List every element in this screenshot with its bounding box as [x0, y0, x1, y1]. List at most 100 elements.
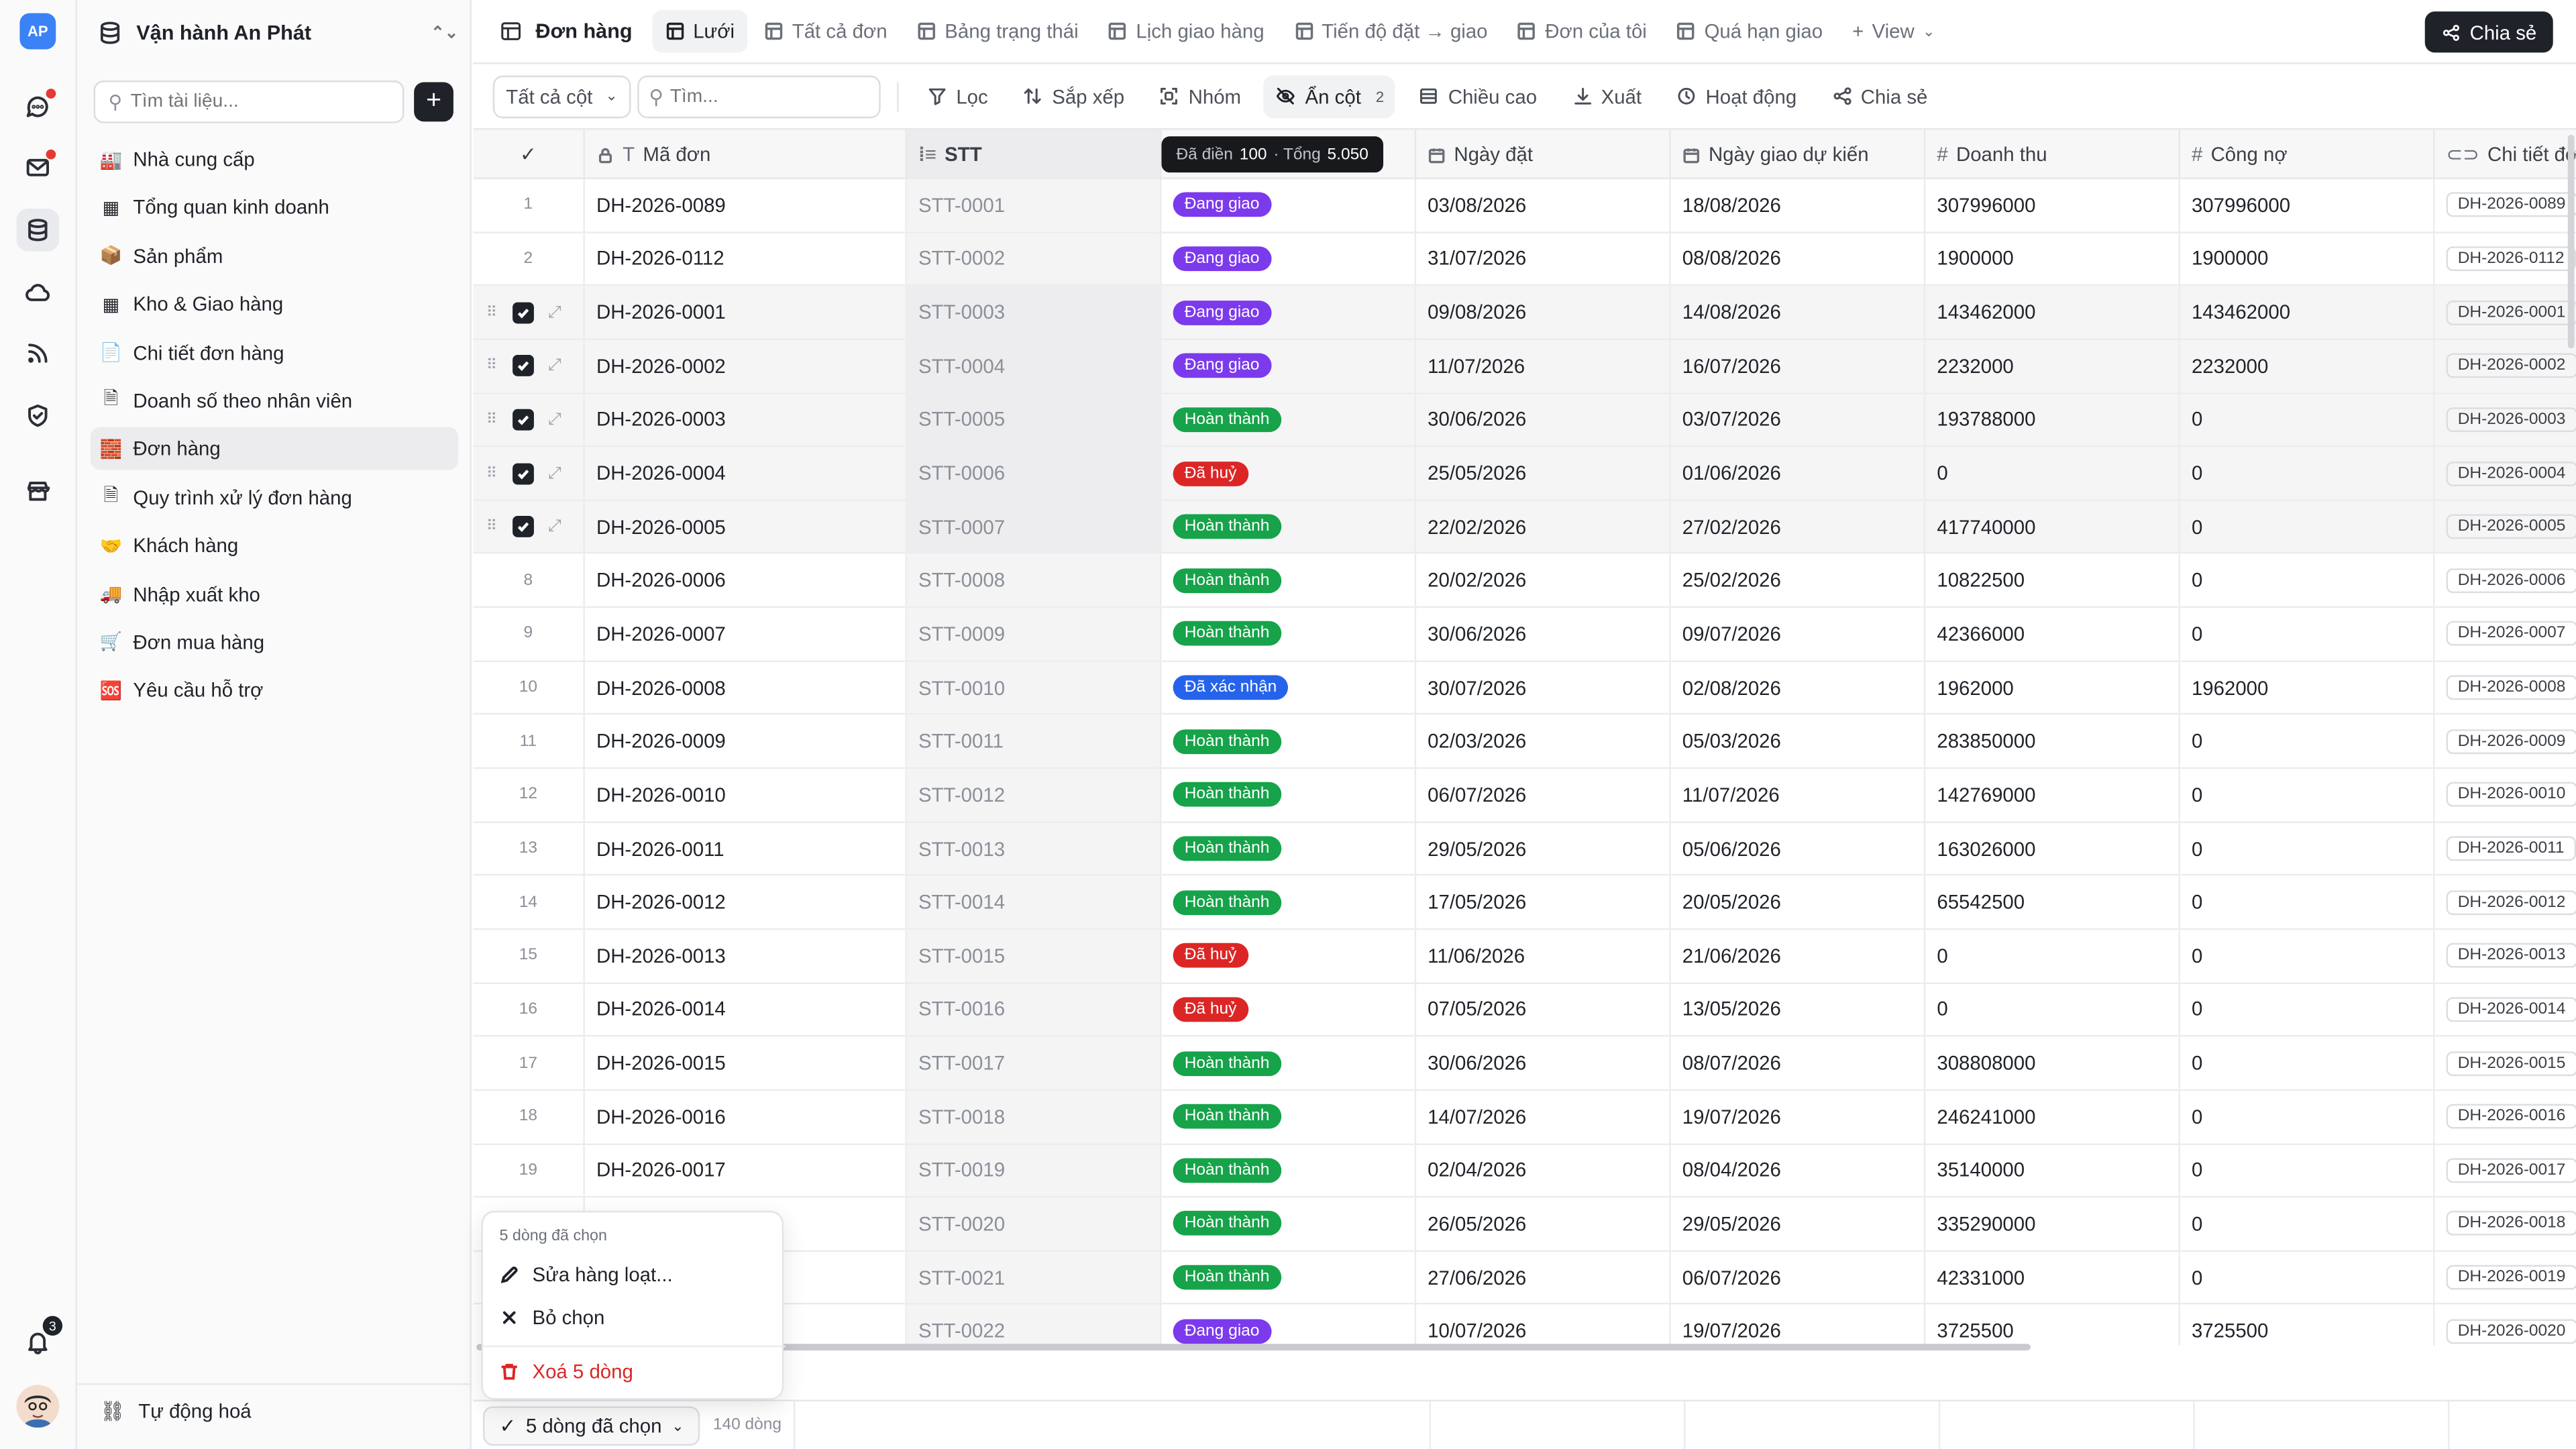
expand-icon[interactable]: ⤢	[548, 411, 561, 429]
cell-cong-no[interactable]: 0	[2180, 1251, 2435, 1304]
drag-handle-icon[interactable]: ⠿	[486, 464, 497, 482]
header-ngay-giao[interactable]: Ngày giao dự kiến	[1671, 129, 1926, 179]
cell-cong-no[interactable]: 307996000	[2180, 178, 2435, 231]
cell-ngay-giao[interactable]: 13/05/2026	[1671, 983, 1926, 1036]
cell-chi-tiet[interactable]: DH-2026-0089	[2434, 179, 2576, 231]
view-tab[interactable]: Bảng trạng thái	[904, 10, 1091, 53]
cell-ngay-giao[interactable]: 08/07/2026	[1671, 1036, 1926, 1089]
cell-doanh-thu[interactable]: 246241000	[1925, 1090, 2180, 1143]
cell-doanh-thu[interactable]: 307996000	[1925, 178, 2180, 231]
cell-chi-tiet[interactable]: DH-2026-0005	[2434, 501, 2576, 553]
cell-doanh-thu[interactable]: 335290000	[1925, 1197, 2180, 1250]
cell-stt[interactable]: STT-0011	[906, 715, 1162, 767]
row-select-cell[interactable]: ⠿ ⤢	[473, 339, 585, 392]
cell-ngay-dat[interactable]: 17/05/2026	[1416, 876, 1671, 928]
export-button[interactable]: Xuất	[1560, 74, 1653, 117]
header-chi-tiet[interactable]: ⊂⊃ Chi tiết đơ	[2434, 129, 2576, 178]
sidebar-item[interactable]: 📦 Sản phẩm	[91, 235, 459, 278]
link-chip[interactable]: DH-2026-0089	[2446, 193, 2576, 218]
row-number[interactable]: 17	[473, 1036, 585, 1089]
cell-stt[interactable]: STT-0016	[906, 983, 1162, 1036]
row-select-cell[interactable]: ⠿ ⤢	[473, 500, 585, 553]
table-row[interactable]: 19 DH-2026-0017 STT-0019 Hoàn thành 02/04/20…	[473, 1144, 2576, 1198]
table-row[interactable]: ⠿ ⤢ DH-2026-0002 STT-0004 Đang giao 11/07/202…	[473, 339, 2576, 394]
cell-cong-no[interactable]: 0	[2180, 447, 2435, 500]
cell-status[interactable]: Hoàn thành	[1161, 1251, 1417, 1304]
activity-button[interactable]: Hoạt động	[1664, 74, 1808, 117]
cell-cong-no[interactable]: 0	[2180, 769, 2435, 821]
chat-icon[interactable]	[16, 85, 59, 128]
cell-ngay-giao[interactable]: 03/07/2026	[1671, 393, 1926, 446]
row-checkbox[interactable]	[512, 301, 533, 323]
row-height-button[interactable]: Chiều cao	[1407, 74, 1548, 117]
cell-chi-tiet[interactable]: DH-2026-0013	[2434, 930, 2576, 981]
cell-chi-tiet[interactable]: DH-2026-0008	[2434, 661, 2576, 713]
row-checkbox[interactable]	[512, 355, 533, 377]
link-chip[interactable]: DH-2026-0001	[2446, 300, 2576, 325]
sidebar-item[interactable]: ▦ Kho & Giao hàng	[91, 283, 459, 326]
cell-status[interactable]: Đã huỷ	[1161, 930, 1417, 982]
vertical-scrollbar[interactable]	[2567, 134, 2575, 349]
hide-columns-button[interactable]: Ẩn cột 2	[1264, 74, 1396, 118]
cell-status[interactable]: Đã huỷ	[1161, 983, 1417, 1036]
workspace-logo[interactable]: AP	[19, 13, 56, 50]
table-row[interactable]: ⠿ ⤢ DH-2026-0004 STT-0006 Đã huỷ 25/05/2026 01…	[473, 447, 2576, 501]
cell-ngay-dat[interactable]: 10/07/2026	[1416, 1305, 1671, 1346]
header-ma-don[interactable]: T Mã đơn	[585, 129, 907, 179]
cell-ngay-giao[interactable]: 18/08/2026	[1671, 178, 1926, 231]
toolbar-share-button[interactable]: Chia sẻ	[1819, 74, 1939, 117]
cell-ma-don[interactable]: DH-2026-0004	[585, 447, 907, 500]
view-tab[interactable]: Lưới	[651, 9, 748, 53]
cell-ngay-dat[interactable]: 30/06/2026	[1416, 1036, 1671, 1089]
header-doanh-thu[interactable]: # Doanh thu	[1925, 129, 2180, 179]
cell-doanh-thu[interactable]: 142769000	[1925, 769, 2180, 821]
cell-cong-no[interactable]: 0	[2180, 500, 2435, 553]
cell-ngay-giao[interactable]: 02/08/2026	[1671, 661, 1926, 714]
row-number[interactable]: 8	[473, 554, 585, 606]
cell-stt[interactable]: STT-0019	[906, 1144, 1162, 1197]
cell-ngay-dat[interactable]: 30/06/2026	[1416, 608, 1671, 660]
cell-stt[interactable]: STT-0001	[906, 178, 1162, 231]
cell-cong-no[interactable]: 0	[2180, 1197, 2435, 1250]
link-chip[interactable]: DH-2026-0013	[2446, 943, 2576, 969]
link-chip[interactable]: DH-2026-0005	[2446, 514, 2576, 539]
table-row[interactable]: 22DH-2026-0020STT-0022Đang giao10/07/202…	[473, 1305, 2576, 1346]
row-number[interactable]: 2	[473, 232, 585, 285]
view-tab[interactable]: Quá hạn giao	[1663, 10, 1835, 53]
link-chip[interactable]: DH-2026-0009	[2446, 729, 2576, 754]
cell-chi-tiet[interactable]: DH-2026-0015	[2434, 1037, 2576, 1089]
workspace-switcher[interactable]: Vận hành An Phát ⌃⌄	[97, 13, 458, 53]
cell-ngay-dat[interactable]: 31/07/2026	[1416, 232, 1671, 285]
cell-chi-tiet[interactable]: DH-2026-0012	[2434, 876, 2576, 928]
cell-chi-tiet[interactable]: DH-2026-0016	[2434, 1091, 2576, 1142]
cell-doanh-thu[interactable]: 0	[1925, 983, 2180, 1036]
view-tab[interactable]: Đơn của tôi	[1504, 10, 1660, 53]
link-chip[interactable]: DH-2026-0003	[2446, 407, 2576, 432]
cell-chi-tiet[interactable]: DH-2026-0020	[2434, 1305, 2576, 1346]
table-row[interactable]: 21DH-2026-0019STT-0021Hoàn thành27/06/20…	[473, 1251, 2576, 1305]
database-icon[interactable]	[16, 209, 60, 252]
grid-search[interactable]: ⚲	[637, 74, 881, 118]
cell-ma-don[interactable]: DH-2026-0112	[585, 232, 907, 285]
sidebar-item[interactable]: 🏭 Nhà cung cấp	[91, 138, 459, 181]
table-row[interactable]: 10 DH-2026-0008 STT-0010 Đã xác nhận 30/07/2…	[473, 661, 2576, 716]
cell-stt[interactable]: STT-0017	[906, 1036, 1162, 1089]
link-chip[interactable]: DH-2026-0010	[2446, 782, 2576, 808]
add-doc-button[interactable]: +	[414, 82, 453, 122]
bulk-edit-item[interactable]: Sửa hàng loạt...	[499, 1263, 673, 1287]
cell-chi-tiet[interactable]: DH-2026-0019	[2434, 1252, 2576, 1303]
table-row[interactable]: 17 DH-2026-0015 STT-0017 Hoàn thành 30/06/20…	[473, 1036, 2576, 1091]
cell-stt[interactable]: STT-0008	[906, 554, 1162, 606]
cell-ngay-dat[interactable]: 22/02/2026	[1416, 500, 1671, 553]
cell-ma-don[interactable]: DH-2026-0006	[585, 554, 907, 606]
cell-ngay-giao[interactable]: 29/05/2026	[1671, 1197, 1926, 1250]
row-number[interactable]: 10	[473, 661, 585, 714]
group-button[interactable]: Nhóm	[1147, 74, 1252, 117]
cell-ma-don[interactable]: DH-2026-0002	[585, 339, 907, 392]
sidebar-item[interactable]: 🗎 Doanh số theo nhân viên	[91, 380, 459, 423]
cell-cong-no[interactable]: 0	[2180, 822, 2435, 875]
cell-stt[interactable]: STT-0012	[906, 769, 1162, 821]
mail-icon[interactable]	[16, 146, 59, 189]
expand-icon[interactable]: ⤢	[548, 518, 561, 536]
cell-doanh-thu[interactable]: 283850000	[1925, 715, 2180, 767]
